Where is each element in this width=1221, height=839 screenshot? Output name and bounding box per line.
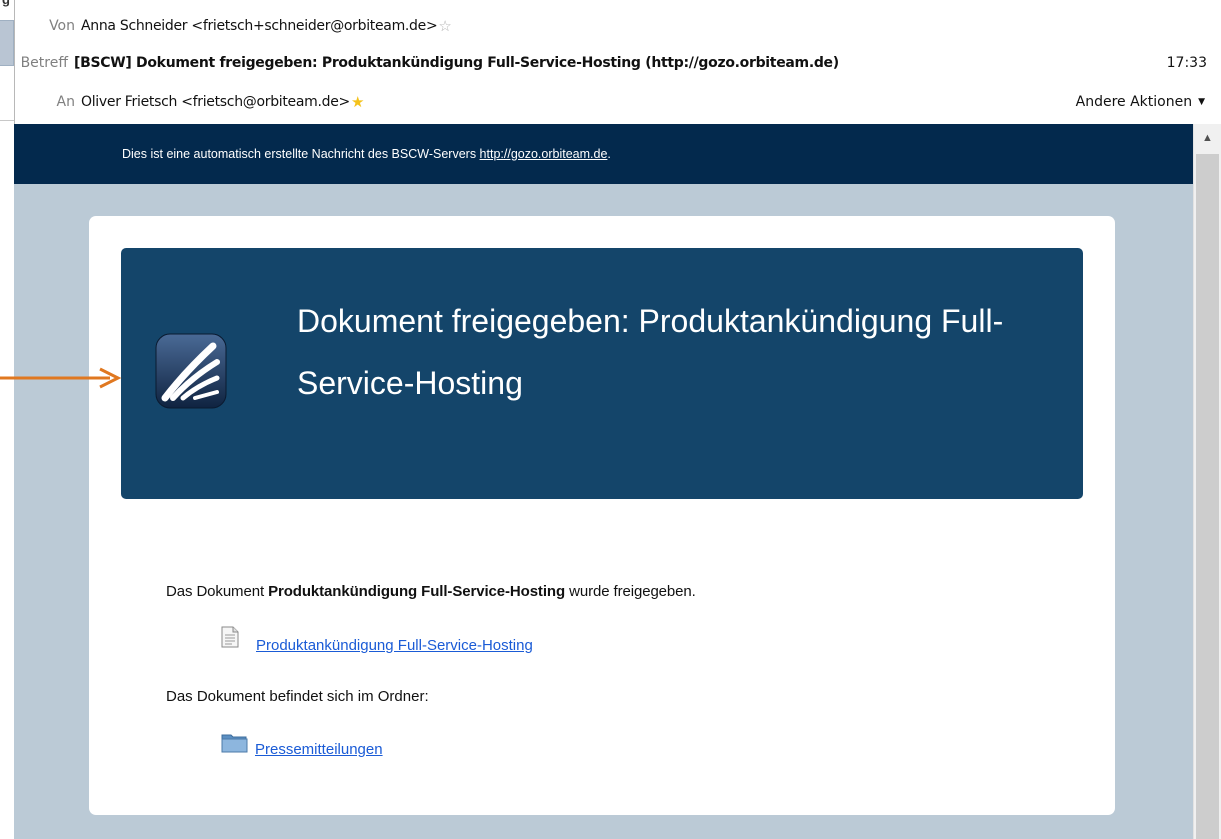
folder-link[interactable]: Pressemitteilungen: [255, 741, 383, 758]
left-pane-tab[interactable]: [0, 20, 14, 66]
more-actions-label: Andere Aktionen: [1075, 94, 1193, 110]
banner-title: Dokument freigegeben: Produktankündigung…: [297, 303, 1004, 401]
to-label: An: [56, 94, 75, 110]
notification-banner: Dokument freigegeben: Produktankündigung…: [121, 248, 1083, 499]
notice-link[interactable]: http://gozo.orbiteam.de: [480, 147, 608, 161]
email-header: Von Anna Schneider <frietsch+schneider@o…: [14, 0, 1221, 124]
to-row: An Oliver Frietsch <frietsch@orbiteam.de…: [15, 88, 1221, 116]
left-pane-edge: [0, 0, 14, 839]
subject-label: Betreff: [20, 55, 68, 71]
notice-text: Dies ist eine automatisch erstellte Nach…: [122, 147, 611, 161]
star-icon[interactable]: ★: [351, 93, 364, 111]
caret-down-icon: ▼: [1198, 97, 1205, 107]
notice-bar: Dies ist eine automatisch erstellte Nach…: [14, 124, 1193, 184]
notification-card: Dokument freigegeben: Produktankündigung…: [89, 216, 1115, 815]
subject-value: [BSCW] Dokument freigegeben: Produktankü…: [74, 55, 839, 71]
folder-icon: [221, 734, 248, 753]
folder-location-text: Das Dokument befindet sich im Ordner:: [166, 688, 429, 705]
annotation-arrow: [0, 367, 122, 389]
scroll-thumb[interactable]: [1196, 154, 1219, 839]
document-name: Produktankündigung Full-Service-Hosting: [268, 583, 566, 600]
vertical-scrollbar[interactable]: ▲: [1193, 124, 1221, 839]
to-value[interactable]: Oliver Frietsch <frietsch@orbiteam.de>: [81, 94, 350, 110]
document-icon: [221, 626, 239, 648]
subject-row: Betreff [BSCW] Dokument freigegeben: Pro…: [15, 49, 1221, 77]
star-empty-icon[interactable]: ☆: [438, 17, 451, 35]
scroll-up-arrow-icon[interactable]: ▲: [1194, 124, 1221, 152]
left-pane-divider: [0, 120, 14, 121]
from-value[interactable]: Anna Schneider <frietsch+schneider@orbit…: [81, 18, 438, 34]
message-body: Dies ist eine automatisch erstellte Nach…: [14, 124, 1193, 839]
document-released-text: Das Dokument Produktankündigung Full-Ser…: [166, 583, 696, 600]
from-label: Von: [49, 18, 75, 34]
message-time: 17:33: [1166, 55, 1207, 71]
more-actions-button[interactable]: Andere Aktionen ▼: [1076, 94, 1205, 110]
bscw-logo: [155, 333, 227, 409]
from-row: Von Anna Schneider <frietsch+schneider@o…: [15, 12, 1221, 40]
document-link-row: Produktankündigung Full-Service-Hosting: [221, 626, 533, 654]
folder-link-row: Pressemitteilungen: [221, 732, 383, 758]
document-link[interactable]: Produktankündigung Full-Service-Hosting: [256, 637, 533, 654]
